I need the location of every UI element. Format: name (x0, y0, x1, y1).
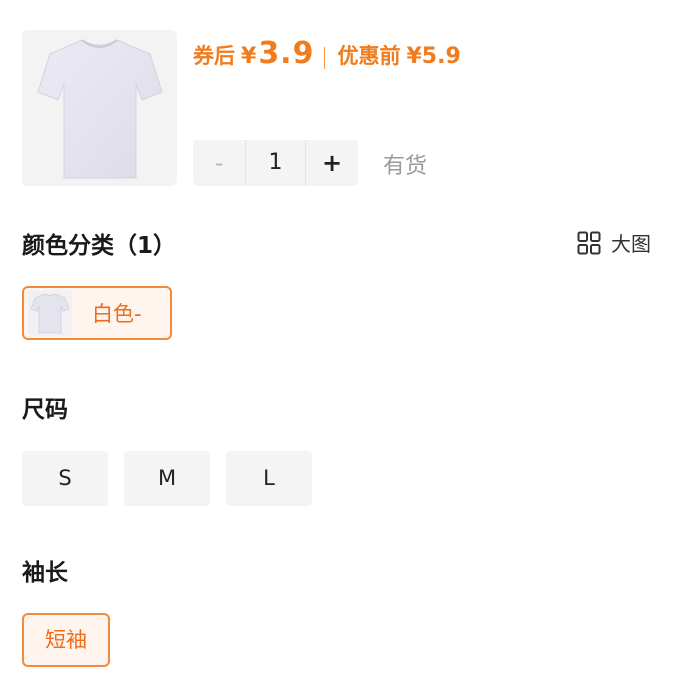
coupon-price-label: 券后 (193, 44, 235, 68)
original-price: ¥5.9 (406, 44, 461, 69)
sleeve-option-short[interactable]: 短袖 (22, 613, 110, 667)
tshirt-image (37, 39, 163, 179)
stock-status: 有货 (383, 154, 428, 179)
color-option-label: 白色- (92, 302, 142, 326)
big-image-button[interactable]: 大图 (577, 228, 651, 257)
coupon-price: 3.9 (258, 36, 315, 71)
price-divider (324, 47, 326, 69)
product-thumbnail[interactable] (22, 30, 177, 186)
big-image-label: 大图 (611, 232, 651, 256)
decrease-quantity-button[interactable]: - (193, 140, 245, 186)
size-section-title: 尺码 (22, 397, 68, 423)
size-option-m[interactable]: M (124, 451, 210, 506)
quantity-stepper: - 1 + (193, 140, 358, 186)
currency-symbol: ¥ (241, 44, 257, 69)
size-option-l[interactable]: L (226, 451, 312, 506)
quantity-value[interactable]: 1 (245, 140, 306, 186)
color-option-white[interactable]: 白色- (22, 286, 172, 340)
sleeve-section-title: 袖长 (22, 560, 68, 586)
original-price-label: 优惠前 (337, 44, 401, 68)
increase-quantity-button[interactable]: + (306, 140, 358, 186)
grid-icon (577, 231, 601, 254)
color-section-title: 颜色分类（1） (22, 233, 177, 259)
color-option-thumbnail (28, 290, 72, 336)
size-option-s[interactable]: S (22, 451, 108, 506)
price-row: 券后 ¥ 3.9 优惠前 ¥5.9 (193, 36, 461, 80)
